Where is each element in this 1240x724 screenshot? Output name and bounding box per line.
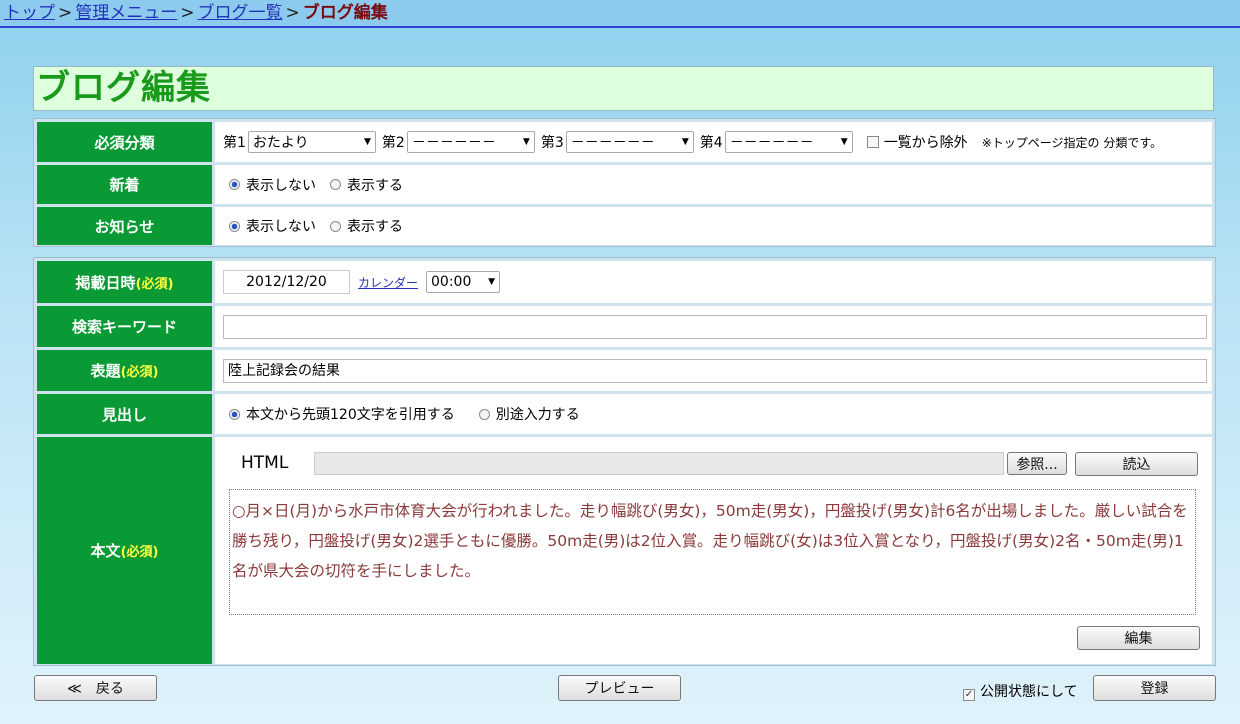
subject-input[interactable]: 陸上記録会の結果 (223, 358, 1207, 383)
new-arrival-option-hide: 表示しない (246, 177, 316, 194)
publish-date-input[interactable]: 2012/12/20 (223, 270, 350, 294)
html-file-input[interactable] (314, 452, 1004, 475)
heading-label: 見出し (37, 394, 212, 434)
category-value: 第1 おたより ▼ 第2 －－－－－－ ▼ 第3 －－－－－－ ▼ 第4 －－－－－－… (215, 122, 1212, 162)
notice-radio-hide[interactable] (229, 220, 240, 232)
required-mark: (必須) (120, 545, 159, 560)
subject-value: 陸上記録会の結果 (215, 350, 1212, 391)
dropdown-arrow-icon: ▼ (840, 137, 848, 147)
publish-date-label-text: 掲載日時 (75, 273, 136, 292)
category-note: ※トップページ指定の 分類です。 (981, 135, 1163, 150)
category-4-select[interactable]: －－－－－－ ▼ (724, 131, 853, 153)
heading-option-separate: 別途入力する (495, 407, 580, 423)
exclude-label: 一覧から除外 (883, 135, 968, 151)
heading-option-quote: 本文から先頭120文字を引用する (246, 407, 455, 423)
keywords-value (215, 306, 1212, 347)
category-row: 必須分類 第1 おたより ▼ 第2 －－－－－－ ▼ 第3 －－－－－－ ▼ 第4 －… (37, 122, 1212, 162)
heading-radio-quote[interactable] (229, 408, 240, 420)
category-4-value: －－－－－－ (729, 135, 814, 151)
public-checkbox-group: ✓ 公開状態にして (963, 681, 1078, 701)
breadcrumb-link-admin-menu[interactable]: 管理メニュー (75, 3, 177, 23)
subject-label-text: 表題 (90, 362, 121, 380)
category-3-select[interactable]: －－－－－－ ▼ (565, 131, 694, 153)
notice-option-hide: 表示しない (246, 219, 316, 235)
edit-button[interactable]: 編集 (1077, 626, 1200, 650)
category-3-value: －－－－－－ (570, 135, 655, 151)
load-button[interactable]: 読込 (1075, 452, 1198, 476)
category-slot-1-label: 第1 (223, 135, 246, 151)
new-arrival-radio-show[interactable] (330, 179, 341, 190)
category-1-select[interactable]: おたより ▼ (247, 131, 376, 153)
public-checkbox[interactable]: ✓ (963, 689, 975, 701)
page-title-box: ブログ編集 (33, 66, 1214, 111)
breadcrumb-link-top[interactable]: トップ (4, 3, 55, 23)
publish-date-label: 掲載日時 (必須) (37, 261, 212, 303)
breadcrumb-separator: > (285, 3, 300, 23)
category-2-value: －－－－－－ (411, 135, 496, 151)
heading-row: 見出し 本文から先頭120文字を引用する 別途入力する (37, 394, 1212, 434)
keywords-input[interactable] (223, 314, 1207, 339)
dropdown-arrow-icon: ▼ (522, 137, 530, 147)
category-slot-4-label: 第4 (699, 135, 723, 151)
settings-table: 必須分類 第1 おたより ▼ 第2 －－－－－－ ▼ 第3 －－－－－－ ▼ 第4 －… (33, 118, 1216, 247)
notice-radio-show[interactable] (330, 220, 341, 232)
breadcrumb-separator: > (58, 3, 73, 23)
notice-value: 表示しない 表示する (215, 207, 1212, 245)
breadcrumb-current: ブログ編集 (302, 3, 388, 23)
publish-time-select[interactable]: 00:00 ▼ (426, 271, 501, 293)
exclude-checkbox[interactable] (866, 136, 879, 148)
html-label: HTML (241, 453, 289, 473)
required-mark: (必須) (120, 365, 159, 380)
notice-row: お知らせ 表示しない 表示する (37, 207, 1212, 245)
breadcrumb: トップ > 管理メニュー > ブログ一覧 > ブログ編集 (0, 0, 1240, 28)
heading-radio-separate[interactable] (478, 408, 490, 420)
keywords-label: 検索キーワード (37, 306, 212, 347)
public-label: 公開状態にして (980, 684, 1078, 700)
back-button[interactable]: ≪ 戻る (34, 675, 157, 701)
calendar-link[interactable]: カレンダー (358, 274, 418, 291)
subject-label: 表題 (必須) (37, 350, 212, 391)
category-label: 必須分類 (37, 122, 212, 162)
subject-row: 表題 (必須) 陸上記録会の結果 (37, 350, 1212, 391)
notice-option-show: 表示する (347, 219, 403, 235)
category-slot-2-label: 第2 (381, 135, 405, 151)
category-slot-3-label: 第3 (540, 135, 564, 151)
publish-time-value: 00:00 (431, 274, 472, 290)
dropdown-arrow-icon: ▼ (488, 277, 496, 287)
preview-button[interactable]: プレビュー (558, 675, 681, 701)
body-textarea[interactable]: ○月×日(月)から水戸市体育大会が行われました。走り幅跳び(男女)，50m走(男… (229, 489, 1196, 615)
new-arrival-value: 表示しない 表示する (215, 165, 1212, 204)
exclude-checkbox-group: 一覧から除外 (866, 132, 968, 152)
publish-date-value: 2012/12/20 カレンダー 00:00 ▼ (215, 261, 1212, 303)
body-row: 本文 (必須) HTML 参照... 読込 ○月×日(月)から水戸市体育大会が行わ… (37, 437, 1212, 664)
breadcrumb-link-blog-list[interactable]: ブログ一覧 (198, 3, 283, 23)
new-arrival-row: 新着 表示しない 表示する (37, 165, 1212, 204)
dropdown-arrow-icon: ▼ (681, 137, 689, 147)
new-arrival-option-show: 表示する (347, 177, 403, 194)
page-title: ブログ編集 (36, 68, 211, 108)
heading-value: 本文から先頭120文字を引用する 別途入力する (215, 394, 1212, 434)
dropdown-arrow-icon: ▼ (364, 137, 371, 147)
content-table: 掲載日時 (必須) 2012/12/20 カレンダー 00:00 ▼ 検索キーワード… (33, 257, 1216, 666)
body-value: HTML 参照... 読込 ○月×日(月)から水戸市体育大会が行われました。走り… (215, 437, 1212, 664)
register-button[interactable]: 登録 (1093, 675, 1216, 701)
category-2-select[interactable]: －－－－－－ ▼ (406, 131, 535, 153)
category-1-value: おたより (252, 135, 309, 151)
body-label: 本文 (必須) (37, 437, 212, 664)
notice-label: お知らせ (37, 207, 212, 245)
new-arrival-label: 新着 (37, 165, 212, 204)
browse-button[interactable]: 参照... (1007, 452, 1067, 475)
keywords-row: 検索キーワード (37, 306, 1212, 347)
publish-date-row: 掲載日時 (必須) 2012/12/20 カレンダー 00:00 ▼ (37, 261, 1212, 303)
breadcrumb-separator: > (180, 3, 195, 23)
body-label-text: 本文 (90, 542, 121, 560)
new-arrival-radio-hide[interactable] (229, 179, 240, 190)
required-mark: (必須) (135, 276, 174, 292)
